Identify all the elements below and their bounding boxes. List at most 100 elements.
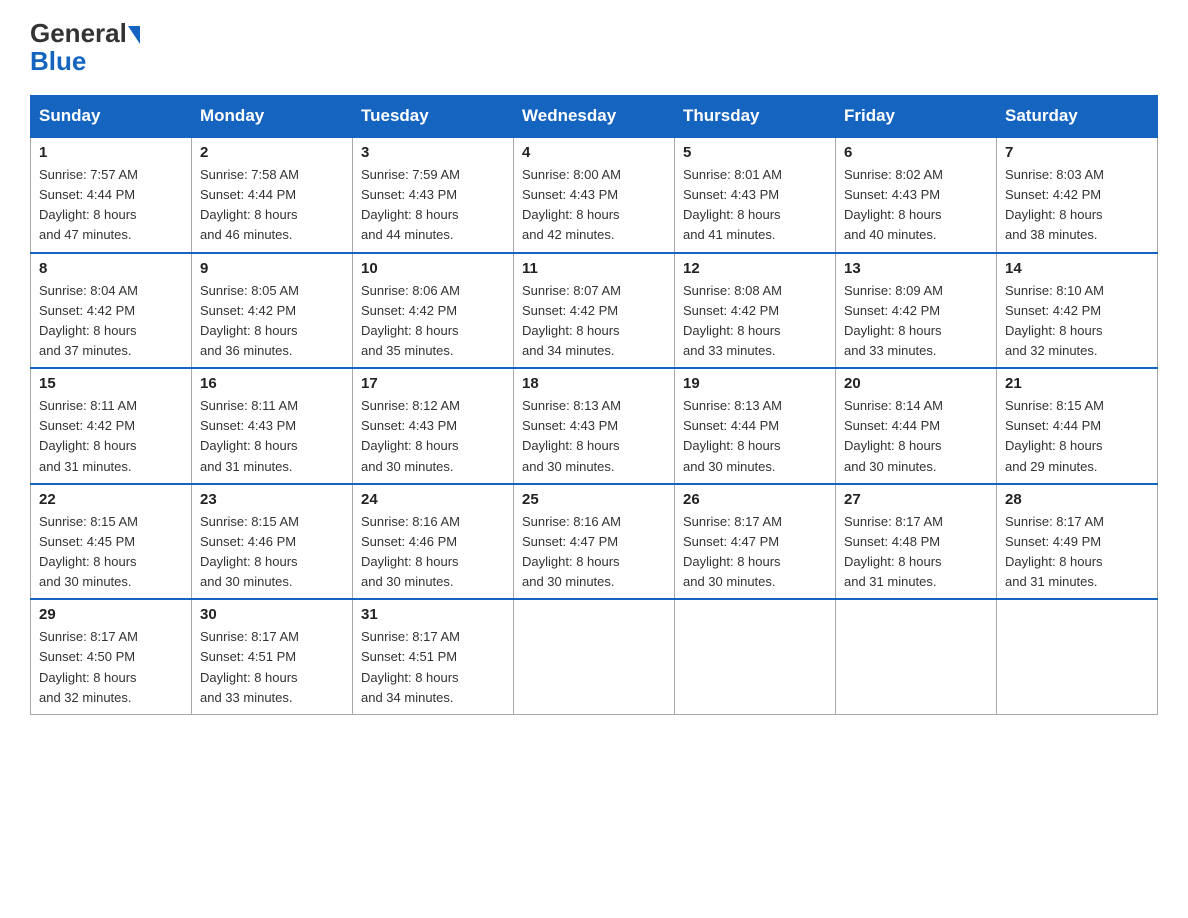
- day-number: 5: [683, 144, 827, 161]
- calendar-cell: 1 Sunrise: 7:57 AMSunset: 4:44 PMDaylight…: [31, 137, 192, 253]
- calendar-header-wednesday: Wednesday: [514, 96, 675, 138]
- day-number: 15: [39, 375, 183, 392]
- day-number: 28: [1005, 491, 1149, 508]
- calendar-cell: 17 Sunrise: 8:12 AMSunset: 4:43 PMDayligh…: [353, 368, 514, 484]
- calendar-cell: [514, 599, 675, 714]
- day-info: Sunrise: 8:05 AMSunset: 4:42 PMDaylight:…: [200, 281, 344, 362]
- calendar-cell: 29Sunrise: 8:17 AMSunset: 4:50 PMDayligh…: [31, 599, 192, 714]
- day-info: Sunrise: 8:13 AMSunset: 4:44 PMDaylight:…: [683, 396, 827, 477]
- calendar-cell: 22 Sunrise: 8:15 AMSunset: 4:45 PMDayligh…: [31, 484, 192, 600]
- calendar-cell: 15 Sunrise: 8:11 AMSunset: 4:42 PMDayligh…: [31, 368, 192, 484]
- day-number: 10: [361, 260, 505, 277]
- calendar-cell: 30 Sunrise: 8:17 AMSunset: 4:51 PMDayligh…: [192, 599, 353, 714]
- calendar-cell: 25Sunrise: 8:16 AMSunset: 4:47 PMDayligh…: [514, 484, 675, 600]
- day-info: Sunrise: 8:11 AMSunset: 4:42 PMDaylight:…: [39, 396, 183, 477]
- day-number: 23: [200, 491, 344, 508]
- day-info: Sunrise: 8:17 AMSunset: 4:49 PMDaylight:…: [1005, 512, 1149, 593]
- day-info: Sunrise: 8:07 AMSunset: 4:42 PMDaylight:…: [522, 281, 666, 362]
- day-number: 19: [683, 375, 827, 392]
- calendar-cell: 11 Sunrise: 8:07 AMSunset: 4:42 PMDayligh…: [514, 253, 675, 369]
- calendar-header-saturday: Saturday: [997, 96, 1158, 138]
- day-info: Sunrise: 8:17 AMSunset: 4:51 PMDaylight:…: [200, 627, 344, 708]
- calendar-cell: 28 Sunrise: 8:17 AMSunset: 4:49 PMDayligh…: [997, 484, 1158, 600]
- calendar-cell: 14 Sunrise: 8:10 AMSunset: 4:42 PMDayligh…: [997, 253, 1158, 369]
- day-number: 1: [39, 144, 183, 161]
- day-info: Sunrise: 8:04 AMSunset: 4:42 PMDaylight:…: [39, 281, 183, 362]
- calendar-cell: 4 Sunrise: 8:00 AMSunset: 4:43 PMDaylight…: [514, 137, 675, 253]
- calendar-cell: [675, 599, 836, 714]
- calendar-cell: 9 Sunrise: 8:05 AMSunset: 4:42 PMDaylight…: [192, 253, 353, 369]
- calendar-header-row: SundayMondayTuesdayWednesdayThursdayFrid…: [31, 96, 1158, 138]
- day-number: 26: [683, 491, 827, 508]
- calendar-cell: [997, 599, 1158, 714]
- day-info: Sunrise: 8:02 AMSunset: 4:43 PMDaylight:…: [844, 165, 988, 246]
- logo-general-text: General: [30, 20, 127, 46]
- day-number: 30: [200, 606, 344, 623]
- day-number: 13: [844, 260, 988, 277]
- calendar-cell: 2 Sunrise: 7:58 AMSunset: 4:44 PMDaylight…: [192, 137, 353, 253]
- day-info: Sunrise: 8:00 AMSunset: 4:43 PMDaylight:…: [522, 165, 666, 246]
- calendar-cell: 6Sunrise: 8:02 AMSunset: 4:43 PMDaylight…: [836, 137, 997, 253]
- calendar-table: SundayMondayTuesdayWednesdayThursdayFrid…: [30, 95, 1158, 715]
- day-info: Sunrise: 7:57 AMSunset: 4:44 PMDaylight:…: [39, 165, 183, 246]
- calendar-header-tuesday: Tuesday: [353, 96, 514, 138]
- day-number: 8: [39, 260, 183, 277]
- logo: General Blue: [30, 20, 142, 77]
- day-number: 2: [200, 144, 344, 161]
- calendar-cell: 27 Sunrise: 8:17 AMSunset: 4:48 PMDayligh…: [836, 484, 997, 600]
- day-info: Sunrise: 8:15 AMSunset: 4:45 PMDaylight:…: [39, 512, 183, 593]
- calendar-cell: [836, 599, 997, 714]
- calendar-cell: 12Sunrise: 8:08 AMSunset: 4:42 PMDayligh…: [675, 253, 836, 369]
- day-number: 7: [1005, 144, 1149, 161]
- day-number: 24: [361, 491, 505, 508]
- calendar-cell: 23 Sunrise: 8:15 AMSunset: 4:46 PMDayligh…: [192, 484, 353, 600]
- day-number: 20: [844, 375, 988, 392]
- day-info: Sunrise: 8:10 AMSunset: 4:42 PMDaylight:…: [1005, 281, 1149, 362]
- day-number: 18: [522, 375, 666, 392]
- day-number: 29: [39, 606, 183, 623]
- day-info: Sunrise: 7:59 AMSunset: 4:43 PMDaylight:…: [361, 165, 505, 246]
- day-info: Sunrise: 8:15 AMSunset: 4:46 PMDaylight:…: [200, 512, 344, 593]
- day-info: Sunrise: 8:15 AMSunset: 4:44 PMDaylight:…: [1005, 396, 1149, 477]
- day-info: Sunrise: 8:08 AMSunset: 4:42 PMDaylight:…: [683, 281, 827, 362]
- calendar-week-row-1: 1 Sunrise: 7:57 AMSunset: 4:44 PMDaylight…: [31, 137, 1158, 253]
- day-number: 22: [39, 491, 183, 508]
- day-info: Sunrise: 8:13 AMSunset: 4:43 PMDaylight:…: [522, 396, 666, 477]
- calendar-cell: 7Sunrise: 8:03 AMSunset: 4:42 PMDaylight…: [997, 137, 1158, 253]
- calendar-cell: 18 Sunrise: 8:13 AMSunset: 4:43 PMDayligh…: [514, 368, 675, 484]
- day-number: 14: [1005, 260, 1149, 277]
- calendar-header-friday: Friday: [836, 96, 997, 138]
- day-info: Sunrise: 8:17 AMSunset: 4:47 PMDaylight:…: [683, 512, 827, 593]
- day-info: Sunrise: 8:09 AMSunset: 4:42 PMDaylight:…: [844, 281, 988, 362]
- calendar-header-thursday: Thursday: [675, 96, 836, 138]
- day-info: Sunrise: 8:01 AMSunset: 4:43 PMDaylight:…: [683, 165, 827, 246]
- day-info: Sunrise: 8:11 AMSunset: 4:43 PMDaylight:…: [200, 396, 344, 477]
- calendar-cell: 16Sunrise: 8:11 AMSunset: 4:43 PMDayligh…: [192, 368, 353, 484]
- day-info: Sunrise: 8:14 AMSunset: 4:44 PMDaylight:…: [844, 396, 988, 477]
- calendar-cell: 21 Sunrise: 8:15 AMSunset: 4:44 PMDayligh…: [997, 368, 1158, 484]
- day-info: Sunrise: 7:58 AMSunset: 4:44 PMDaylight:…: [200, 165, 344, 246]
- logo-triangle-icon: [128, 26, 140, 44]
- calendar-header-monday: Monday: [192, 96, 353, 138]
- day-number: 27: [844, 491, 988, 508]
- day-number: 17: [361, 375, 505, 392]
- day-number: 9: [200, 260, 344, 277]
- calendar-cell: 10Sunrise: 8:06 AMSunset: 4:42 PMDayligh…: [353, 253, 514, 369]
- calendar-cell: 8 Sunrise: 8:04 AMSunset: 4:42 PMDaylight…: [31, 253, 192, 369]
- day-info: Sunrise: 8:16 AMSunset: 4:46 PMDaylight:…: [361, 512, 505, 593]
- day-number: 31: [361, 606, 505, 623]
- day-info: Sunrise: 8:17 AMSunset: 4:51 PMDaylight:…: [361, 627, 505, 708]
- day-number: 4: [522, 144, 666, 161]
- day-info: Sunrise: 8:12 AMSunset: 4:43 PMDaylight:…: [361, 396, 505, 477]
- day-number: 11: [522, 260, 666, 277]
- calendar-week-row-2: 8 Sunrise: 8:04 AMSunset: 4:42 PMDaylight…: [31, 253, 1158, 369]
- day-info: Sunrise: 8:16 AMSunset: 4:47 PMDaylight:…: [522, 512, 666, 593]
- calendar-cell: 19 Sunrise: 8:13 AMSunset: 4:44 PMDayligh…: [675, 368, 836, 484]
- calendar-week-row-5: 29Sunrise: 8:17 AMSunset: 4:50 PMDayligh…: [31, 599, 1158, 714]
- calendar-cell: 5 Sunrise: 8:01 AMSunset: 4:43 PMDaylight…: [675, 137, 836, 253]
- day-number: 21: [1005, 375, 1149, 392]
- calendar-cell: 24 Sunrise: 8:16 AMSunset: 4:46 PMDayligh…: [353, 484, 514, 600]
- calendar-week-row-3: 15 Sunrise: 8:11 AMSunset: 4:42 PMDayligh…: [31, 368, 1158, 484]
- day-info: Sunrise: 8:17 AMSunset: 4:48 PMDaylight:…: [844, 512, 988, 593]
- calendar-header-sunday: Sunday: [31, 96, 192, 138]
